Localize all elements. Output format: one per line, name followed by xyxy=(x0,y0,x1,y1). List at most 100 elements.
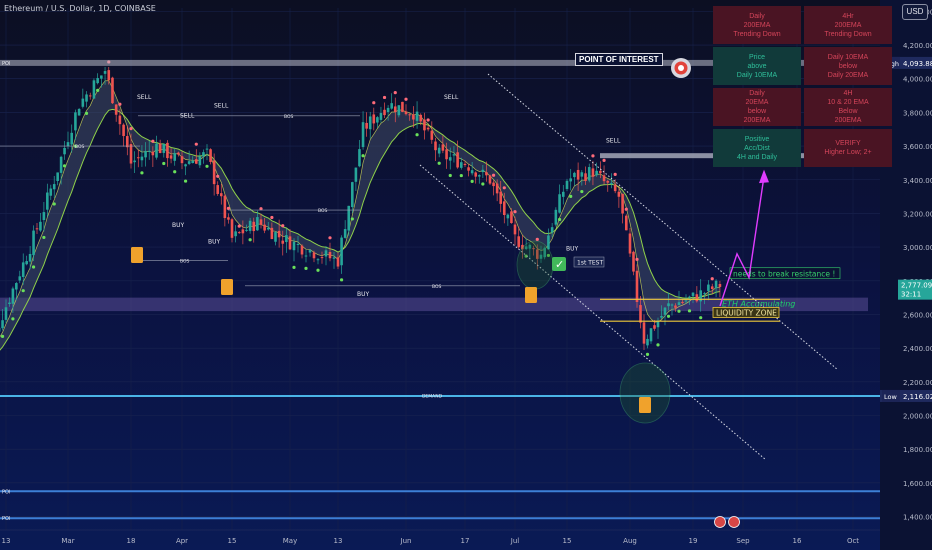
signal-dot xyxy=(96,88,100,93)
x-tick-label: Jun xyxy=(400,537,412,545)
candle xyxy=(133,160,136,163)
candle xyxy=(285,235,288,243)
candle xyxy=(419,114,423,122)
candle xyxy=(252,221,256,232)
y-tick-label: 3,400.00 xyxy=(903,177,932,185)
signal-dot xyxy=(129,127,133,131)
candle xyxy=(256,217,259,231)
signal-dot xyxy=(226,206,231,210)
candle xyxy=(695,294,699,302)
bos-label: BOS xyxy=(284,114,294,120)
candle xyxy=(386,107,390,113)
candle xyxy=(513,224,517,235)
signal-dot xyxy=(350,217,354,221)
candle xyxy=(25,261,28,265)
signal-dot xyxy=(0,334,5,338)
buy-label: BUY xyxy=(566,245,579,252)
candle xyxy=(32,230,35,256)
signal-dot xyxy=(624,207,628,211)
current-price: 2,777.09 xyxy=(901,282,932,290)
signal-dot xyxy=(292,265,296,269)
candle xyxy=(304,255,308,257)
candle xyxy=(347,205,351,231)
candle xyxy=(474,172,478,177)
candle xyxy=(376,117,379,123)
signal-dot xyxy=(481,182,485,186)
candle xyxy=(710,286,714,289)
signal-dot xyxy=(426,118,430,122)
signal-dot xyxy=(281,224,285,228)
signal-dot xyxy=(635,257,639,261)
candle xyxy=(343,229,347,238)
candle xyxy=(177,152,180,155)
candle xyxy=(147,150,151,152)
candle xyxy=(397,105,401,116)
candle xyxy=(639,305,642,323)
candle xyxy=(209,149,212,162)
candle xyxy=(591,168,595,177)
signal-dot xyxy=(304,266,308,270)
candle xyxy=(184,164,187,167)
check-mark: ✓ xyxy=(555,258,564,271)
signal-dot xyxy=(666,314,671,318)
candle xyxy=(237,232,241,234)
candle xyxy=(198,156,202,166)
event-icon xyxy=(728,516,740,528)
y-tick-label: 1,600.00 xyxy=(903,480,932,488)
candle xyxy=(617,191,621,197)
signal-dot xyxy=(52,202,56,206)
chart-title: Ethereum / U.S. Dollar, 1D, COINBASE xyxy=(4,4,156,13)
candle xyxy=(467,167,470,171)
indicator-line: Price xyxy=(749,53,765,61)
candle xyxy=(18,276,22,281)
candle xyxy=(703,293,706,295)
candle xyxy=(74,112,77,131)
candle xyxy=(49,188,53,196)
candle xyxy=(230,219,234,238)
candle xyxy=(437,147,441,154)
signal-dot xyxy=(361,154,365,158)
price-tag-text: 4,093.88 xyxy=(903,60,932,68)
x-tick-label: May xyxy=(283,537,297,545)
indicator-line: Below xyxy=(838,108,858,115)
candle xyxy=(28,253,32,262)
event-icon xyxy=(714,516,726,528)
candle xyxy=(324,250,328,257)
signal-dot xyxy=(31,265,36,269)
candle xyxy=(423,119,426,131)
candle xyxy=(332,257,336,259)
candle xyxy=(223,195,227,219)
candle xyxy=(227,217,230,220)
bos-label: BOS xyxy=(75,144,85,150)
candle xyxy=(550,227,554,233)
candle xyxy=(351,182,354,208)
x-tick-label: 16 xyxy=(793,537,802,545)
signal-dot xyxy=(42,235,46,240)
first-test-label: 1st TEST xyxy=(577,260,603,267)
signal-dot xyxy=(404,97,408,101)
marker-icon xyxy=(221,279,233,295)
candle xyxy=(477,175,481,177)
signal-dot xyxy=(183,179,188,183)
y-tick-label: 2,600.00 xyxy=(903,311,932,319)
candle xyxy=(718,283,722,287)
signal-dot xyxy=(656,343,660,347)
signal-dot xyxy=(21,289,25,293)
signal-dot xyxy=(372,101,376,105)
candle xyxy=(445,149,448,160)
candle xyxy=(241,229,245,234)
candle xyxy=(635,270,639,303)
candle xyxy=(393,106,397,112)
price-tag-text: 2,116.02 xyxy=(903,393,932,401)
signal-dot xyxy=(140,171,144,175)
marker-icon xyxy=(131,247,143,263)
signal-dot xyxy=(328,236,332,240)
candle xyxy=(151,151,155,156)
buy-label: BUY xyxy=(357,291,370,298)
indicator-line: 200EMA xyxy=(834,117,862,124)
signal-dot xyxy=(502,186,506,190)
indicator-line: 4Hr xyxy=(842,12,854,20)
currency-button[interactable]: USD xyxy=(902,4,928,20)
indicator-line: 20EMA xyxy=(745,99,769,106)
signal-dot xyxy=(677,309,681,313)
